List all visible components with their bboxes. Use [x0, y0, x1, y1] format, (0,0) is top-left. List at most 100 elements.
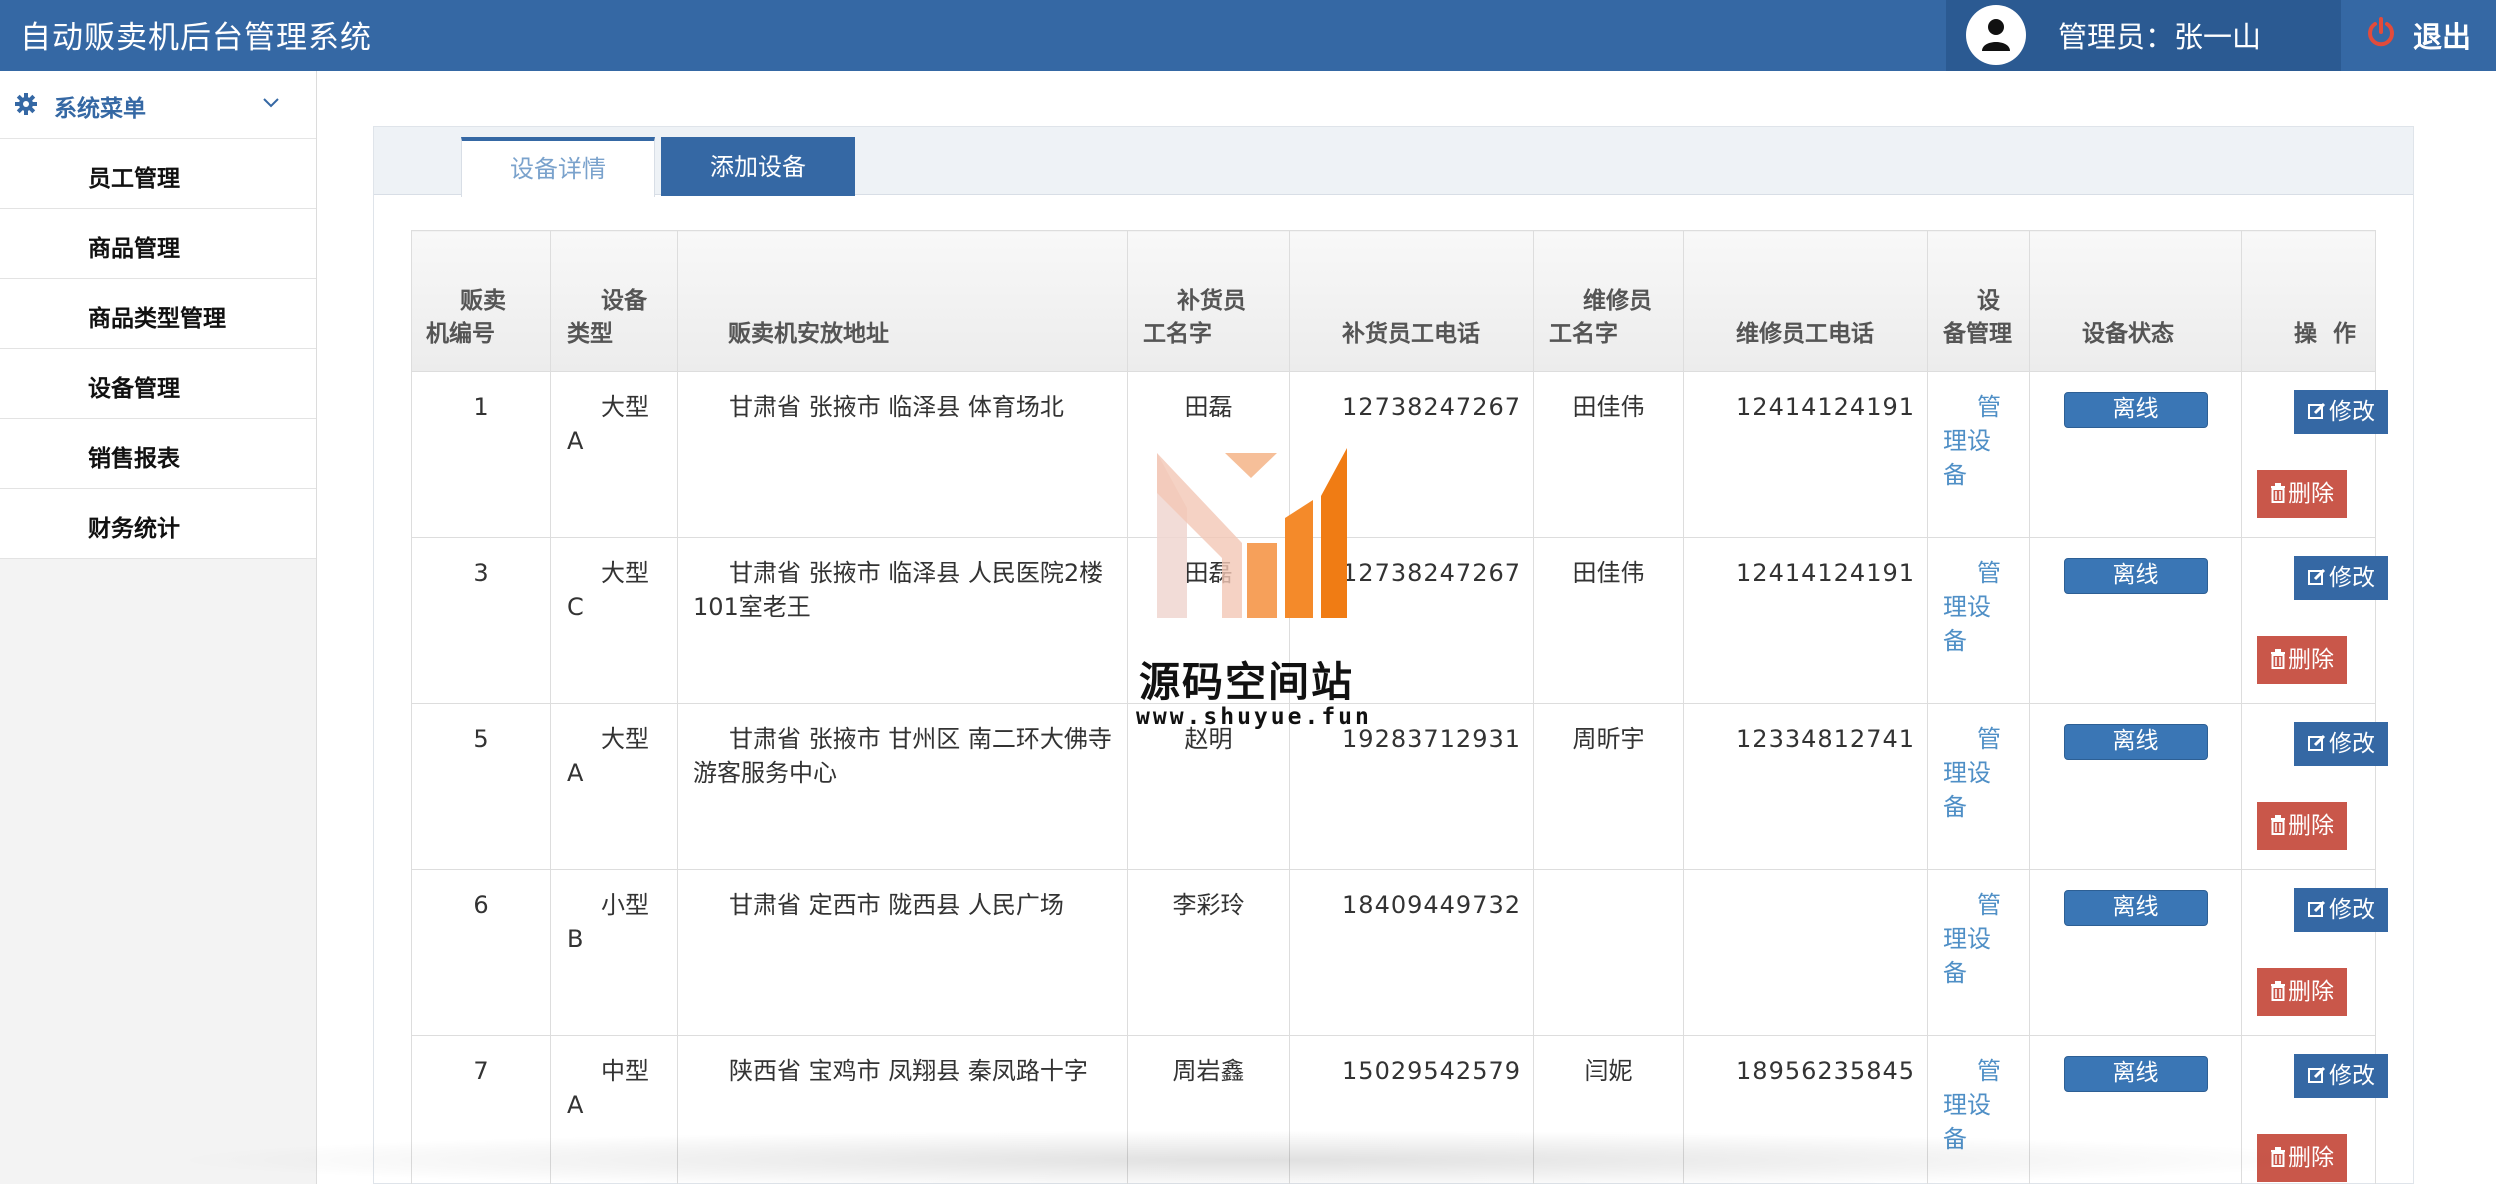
cell-restocker-tel: 12738247267 — [1289, 537, 1534, 704]
cell-repairer — [1533, 869, 1684, 1036]
sidebar-item-goods[interactable]: 商品管理 — [0, 209, 316, 279]
cell-address: 甘肃省 张掖市 甘州区 南二环大佛寺游客服务中心 — [677, 703, 1128, 870]
cell-type: 小型B — [550, 869, 678, 1036]
trash-icon — [2271, 649, 2285, 669]
status-offline-button[interactable]: 离线 — [2063, 724, 2208, 760]
sidebar-item-sales-report[interactable]: 销售报表 — [0, 419, 316, 489]
cell-address: 甘肃省 定西市 陇西县 人民广场 — [677, 869, 1128, 1036]
table-row: 5 大型A 甘肃省 张掖市 甘州区 南二环大佛寺游客服务中心 赵明 192837… — [411, 703, 2388, 870]
status-offline-button[interactable]: 离线 — [2063, 1056, 2208, 1092]
cell-type: 大型A — [550, 371, 678, 538]
sidebar-menu: 系统菜单 员工管理 商品管理 商品类型管理 设备管理 销售报表 财务统计 — [0, 71, 316, 559]
col-header-restocker-tel: 补货员工电话 — [1289, 230, 1534, 372]
trash-icon — [2271, 815, 2285, 835]
status-offline-button[interactable]: 离线 — [2063, 558, 2208, 594]
col-header-repairer-tel: 维修员工电话 — [1683, 230, 1928, 372]
gear-icon — [15, 93, 37, 115]
sidebar-item-goods-type[interactable]: 商品类型管理 — [0, 279, 316, 349]
manage-device-link[interactable]: 管理设备 — [1927, 1035, 2030, 1184]
cell-id: 5 — [411, 703, 551, 870]
col-header-type: 设备类型 — [550, 230, 678, 372]
cell-address: 甘肃省 张掖市 临泽县 体育场北 — [677, 371, 1128, 538]
delete-label: 删除 — [2288, 1145, 2334, 1171]
status-offline-button[interactable]: 离线 — [2063, 890, 2208, 926]
edit-button[interactable]: 修改 — [2294, 390, 2388, 434]
sidebar-item-label: 设备管理 — [88, 376, 180, 402]
col-header-repairer: 维修员工名字 — [1533, 230, 1684, 372]
edit-label: 修改 — [2329, 1063, 2375, 1089]
edit-icon — [2308, 734, 2326, 751]
sidebar-item-label: 商品类型管理 — [88, 306, 226, 332]
cell-restocker: 田磊 — [1127, 371, 1290, 538]
cell-restocker-tel: 18409449732 — [1289, 869, 1534, 1036]
col-header-address: 贩卖机安放地址 — [677, 230, 1128, 372]
cell-ops: 修改 删除 — [2241, 869, 2388, 1036]
delete-label: 删除 — [2288, 813, 2334, 839]
cell-restocker: 赵明 — [1127, 703, 1290, 870]
table-row: 1 大型A 甘肃省 张掖市 临泽县 体育场北 田磊 12738247267 田佳… — [411, 371, 2388, 538]
manage-device-link[interactable]: 管理设备 — [1927, 869, 2030, 1036]
user-box[interactable]: 管理员：张一山 — [1946, 0, 2341, 71]
edit-icon — [2308, 402, 2326, 419]
cell-restocker-tel: 15029542579 — [1289, 1035, 1534, 1184]
cell-restocker: 周岩鑫 — [1127, 1035, 1290, 1184]
delete-button[interactable]: 删除 — [2257, 1134, 2347, 1182]
delete-button[interactable]: 删除 — [2257, 968, 2347, 1016]
cell-ops: 修改 删除 — [2241, 1035, 2388, 1184]
cell-repairer: 闫妮 — [1533, 1035, 1684, 1184]
delete-button[interactable]: 删除 — [2257, 636, 2347, 684]
table-header-row: 贩卖机编号 设备类型 贩卖机安放地址 补货员工名字 补货员工电话 维修员工名字 … — [411, 230, 2376, 372]
cell-type: 大型A — [550, 703, 678, 870]
admin-name: 管理员：张一山 — [2058, 20, 2262, 54]
manage-device-link[interactable]: 管理设备 — [1927, 371, 2030, 538]
cell-repairer-tel: 18956235845 — [1683, 1035, 1928, 1184]
delete-label: 删除 — [2288, 481, 2334, 507]
cell-status: 离线 — [2029, 703, 2242, 870]
chevron-down-icon[interactable] — [262, 97, 280, 109]
cell-address: 甘肃省 张掖市 临泽县 人民医院2楼101室老王 — [677, 537, 1128, 704]
edit-button[interactable]: 修改 — [2294, 556, 2388, 600]
manage-device-link[interactable]: 管理设备 — [1927, 537, 2030, 704]
edit-icon — [2308, 1066, 2326, 1083]
edit-button[interactable]: 修改 — [2294, 722, 2388, 766]
sidebar-item-finance[interactable]: 财务统计 — [0, 489, 316, 559]
app-title: 自动贩卖机后台管理系统 — [20, 20, 372, 56]
table-row: 3 大型C 甘肃省 张掖市 临泽县 人民医院2楼101室老王 田磊 127382… — [411, 537, 2388, 704]
delete-button[interactable]: 删除 — [2257, 470, 2347, 518]
col-header-id: 贩卖机编号 — [411, 230, 551, 372]
col-header-manage: 设备管理 — [1927, 230, 2030, 372]
system-menu-header[interactable]: 系统菜单 — [0, 71, 316, 139]
cell-status: 离线 — [2029, 537, 2242, 704]
avatar[interactable] — [1966, 5, 2026, 65]
user-icon — [1982, 19, 2010, 51]
table-row: 6 小型B 甘肃省 定西市 陇西县 人民广场 李彩玲 18409449732 管… — [411, 869, 2388, 1036]
cell-type: 大型C — [550, 537, 678, 704]
sidebar-item-employee[interactable]: 员工管理 — [0, 139, 316, 209]
edit-label: 修改 — [2329, 897, 2375, 923]
cell-restocker-tel: 19283712931 — [1289, 703, 1534, 870]
cell-repairer: 周昕宇 — [1533, 703, 1684, 870]
sidebar-item-label: 财务统计 — [88, 516, 180, 542]
device-table: 贩卖机编号 设备类型 贩卖机安放地址 补货员工名字 补货员工电话 维修员工名字 … — [411, 230, 2388, 1184]
delete-button[interactable]: 删除 — [2257, 802, 2347, 850]
cell-address: 陕西省 宝鸡市 凤翔县 秦凤路十字 — [677, 1035, 1128, 1184]
cell-id: 6 — [411, 869, 551, 1036]
logout-button[interactable]: 退出 — [2341, 0, 2496, 71]
status-offline-button[interactable]: 离线 — [2063, 392, 2208, 428]
edit-label: 修改 — [2329, 731, 2375, 757]
tab-device-detail[interactable]: 设备详情 — [461, 137, 655, 197]
tab-add-device[interactable]: 添加设备 — [661, 137, 855, 196]
delete-label: 删除 — [2288, 979, 2334, 1005]
sidebar-item-device[interactable]: 设备管理 — [0, 349, 316, 419]
cell-repairer-tel: 12414124191 — [1683, 537, 1928, 704]
edit-button[interactable]: 修改 — [2294, 1054, 2388, 1098]
manage-device-link[interactable]: 管理设备 — [1927, 703, 2030, 870]
device-table-wrap: 贩卖机编号 设备类型 贩卖机安放地址 补货员工名字 补货员工电话 维修员工名字 … — [411, 230, 2388, 1184]
cell-repairer: 田佳伟 — [1533, 537, 1684, 704]
col-header-status: 设备状态 — [2029, 230, 2242, 372]
power-icon — [2368, 17, 2394, 47]
cell-ops: 修改 删除 — [2241, 537, 2388, 704]
table-row: 7 中型A 陕西省 宝鸡市 凤翔县 秦凤路十字 周岩鑫 15029542579 … — [411, 1035, 2388, 1184]
edit-button[interactable]: 修改 — [2294, 888, 2388, 932]
cell-id: 7 — [411, 1035, 551, 1184]
